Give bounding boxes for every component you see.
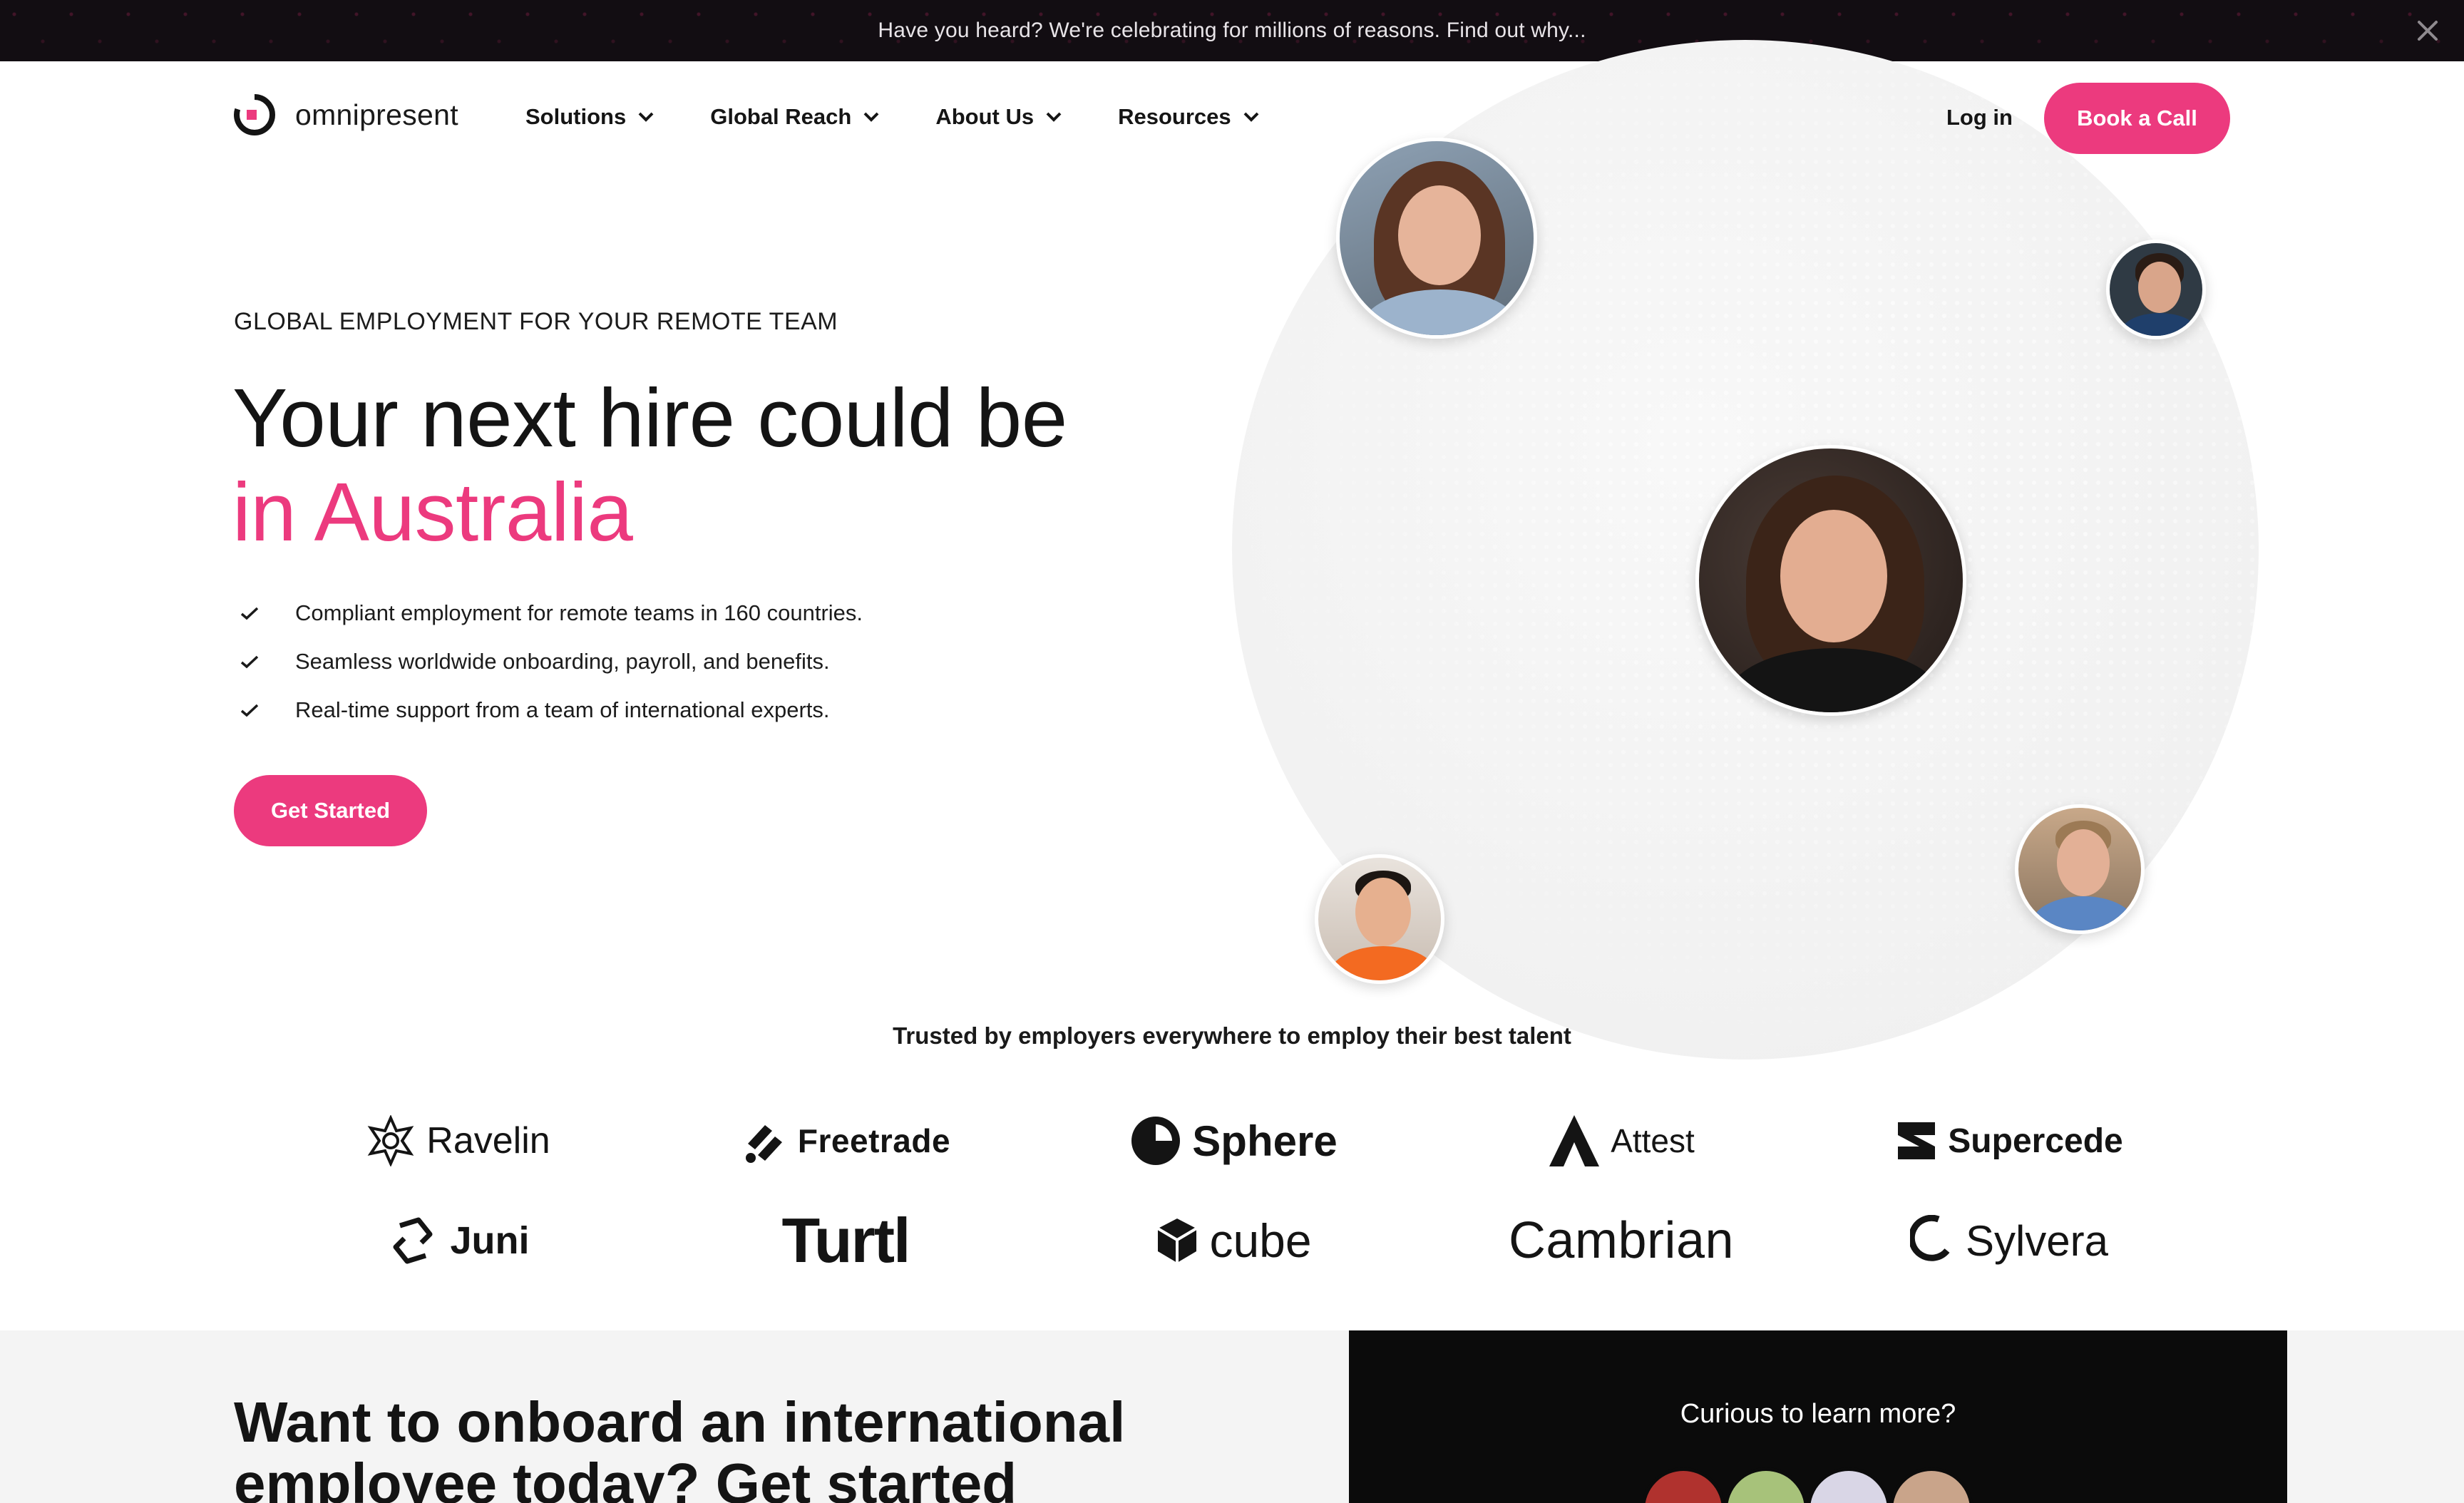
avatar bbox=[1641, 1467, 1725, 1503]
onboard-heading: Want to onboard an international employe… bbox=[234, 1390, 1126, 1503]
avatar bbox=[2015, 804, 2145, 934]
supercede-icon bbox=[1898, 1122, 1936, 1159]
brand-name: Sphere bbox=[1192, 1117, 1338, 1165]
feature-list: Compliant employment for remote teams in… bbox=[240, 589, 863, 734]
headline-text: Your next hire could be bbox=[232, 371, 1067, 464]
chevron-down-icon bbox=[863, 112, 879, 122]
avatar bbox=[2106, 240, 2206, 339]
attest-logo: Attest bbox=[1427, 1098, 1815, 1184]
nav-global-reach[interactable]: Global Reach bbox=[710, 104, 880, 130]
nav-resources[interactable]: Resources bbox=[1118, 104, 1260, 130]
avatar bbox=[1315, 854, 1444, 984]
avatar bbox=[1695, 445, 1966, 716]
brand-name: Ravelin bbox=[426, 1120, 550, 1161]
freetrade-logo: Freetrade bbox=[652, 1098, 1040, 1184]
brand-name: Freetrade bbox=[797, 1122, 951, 1159]
close-icon[interactable] bbox=[2411, 14, 2444, 47]
brand-name: Attest bbox=[1611, 1122, 1695, 1159]
nav-label: Resources bbox=[1118, 104, 1231, 129]
chevron-down-icon bbox=[638, 112, 654, 122]
hero-eyebrow: GLOBAL EMPLOYMENT FOR YOUR REMOTE TEAM bbox=[234, 308, 838, 335]
ravelin-logo: Ravelin bbox=[264, 1098, 652, 1184]
learn-more-card: Curious to learn more? bbox=[1349, 1330, 2287, 1503]
sphere-logo: Sphere bbox=[1040, 1098, 1427, 1184]
nav-label: About Us bbox=[935, 104, 1035, 129]
freetrade-icon bbox=[745, 1125, 782, 1163]
supercede-logo: Supercede bbox=[1815, 1098, 2203, 1184]
list-item: Compliant employment for remote teams in… bbox=[240, 589, 863, 637]
announcement-link[interactable]: Have you heard? We're celebrating for mi… bbox=[878, 19, 1586, 43]
brand-name: Turtl bbox=[781, 1205, 911, 1276]
brand-name: Supercede bbox=[1948, 1122, 2123, 1160]
attest-icon bbox=[1549, 1115, 1600, 1166]
brand-name: Juni bbox=[450, 1219, 530, 1262]
feature-text: Seamless worldwide onboarding, payroll, … bbox=[295, 649, 830, 674]
omnipresent-logo[interactable]: omnipresent bbox=[232, 93, 458, 137]
omnipresent-logo-icon bbox=[234, 94, 275, 135]
sphere-icon bbox=[1131, 1117, 1181, 1165]
get-started-button[interactable]: Get Started bbox=[234, 775, 427, 846]
nav-about-us[interactable]: About Us bbox=[935, 104, 1062, 130]
list-item: Seamless worldwide onboarding, payroll, … bbox=[240, 637, 863, 686]
check-icon bbox=[240, 607, 259, 620]
customer-logos: Ravelin Freetrade Sphere Attest Superced… bbox=[264, 1098, 2203, 1298]
logo-text: omnipresent bbox=[295, 98, 458, 131]
juni-logo: Juni bbox=[264, 1184, 652, 1298]
book-a-call-button[interactable]: Book a Call bbox=[2044, 83, 2230, 154]
headline-accent: in Australia bbox=[232, 466, 633, 558]
avatar bbox=[1889, 1467, 1973, 1503]
main-nav: Solutions Global Reach About Us Resource… bbox=[525, 104, 1260, 130]
brand-name: Sylvera bbox=[1965, 1216, 2109, 1265]
avatar bbox=[1807, 1467, 1891, 1503]
trusted-heading: Trusted by employers everywhere to emplo… bbox=[893, 1022, 1571, 1049]
onboard-section: Want to onboard an international employe… bbox=[0, 1330, 2464, 1503]
login-link[interactable]: Log in bbox=[1946, 105, 2013, 130]
brand-name: cube bbox=[1209, 1214, 1312, 1267]
hero-headline: Your next hire could be in Australia bbox=[232, 371, 1088, 559]
cube-logo: cube bbox=[1040, 1184, 1427, 1298]
brand-name: Cambrian bbox=[1508, 1212, 1735, 1269]
check-icon bbox=[240, 704, 259, 717]
card-title: Curious to learn more? bbox=[1680, 1399, 1956, 1429]
check-icon bbox=[240, 655, 259, 669]
chevron-down-icon bbox=[1243, 112, 1259, 122]
cube-icon bbox=[1157, 1219, 1198, 1263]
feature-text: Compliant employment for remote teams in… bbox=[295, 600, 863, 625]
cambrian-logo: Cambrian bbox=[1427, 1184, 1815, 1298]
juni-icon bbox=[393, 1217, 433, 1264]
sylvera-icon bbox=[1909, 1215, 1950, 1261]
nav-solutions[interactable]: Solutions bbox=[525, 104, 654, 130]
sylvera-logo: Sylvera bbox=[1815, 1184, 2203, 1298]
list-item: Real-time support from a team of interna… bbox=[240, 686, 863, 734]
nav-label: Solutions bbox=[525, 104, 627, 129]
turtl-logo: Turtl bbox=[652, 1184, 1040, 1298]
team-avatars bbox=[1641, 1467, 1998, 1503]
avatar bbox=[1336, 138, 1537, 339]
chevron-down-icon bbox=[1046, 112, 1062, 122]
feature-text: Real-time support from a team of interna… bbox=[295, 697, 830, 722]
announcement-bar: Have you heard? We're celebrating for mi… bbox=[0, 0, 2464, 61]
ravelin-icon bbox=[367, 1115, 414, 1166]
nav-label: Global Reach bbox=[710, 104, 852, 129]
avatar bbox=[1724, 1467, 1808, 1503]
